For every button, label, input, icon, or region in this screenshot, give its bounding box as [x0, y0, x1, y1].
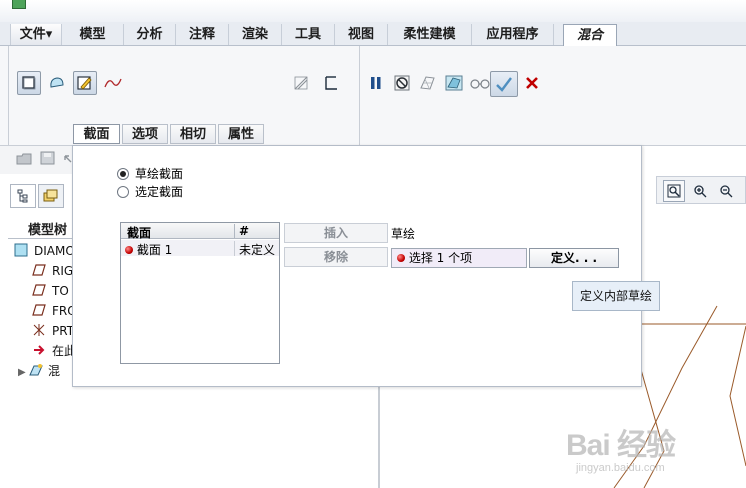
status-dot-icon — [397, 254, 405, 262]
watermark-logo: Bai 经验 jingyan.baidu.com — [566, 420, 716, 484]
tab-annotate[interactable]: 注释 — [176, 24, 229, 45]
surface-icon[interactable] — [45, 71, 69, 95]
cancel-x-icon[interactable] — [520, 71, 544, 95]
radio-unchecked-icon[interactable] — [117, 186, 129, 198]
column-header-section: 截面 — [127, 226, 152, 240]
tab-applications[interactable]: 应用程序 — [472, 24, 554, 45]
curve-icon[interactable] — [101, 71, 125, 95]
divider — [8, 238, 72, 239]
tree-item-csys[interactable]: PRT — [32, 322, 74, 340]
ribbon-dashboard: 截面 选项 相切 属性 — [0, 46, 746, 146]
layer-tree-tab[interactable] — [38, 184, 64, 208]
tab-flexible-modeling[interactable]: 柔性建模 — [388, 24, 472, 45]
sections-panel: 草绘截面 选定截面 截面 # 截面 1 未定义 插入 移除 草绘 选择 1 个项… — [72, 145, 642, 387]
tree-item-blend[interactable]: ▶ 混 — [18, 362, 60, 380]
tab-model[interactable]: 模型 — [62, 24, 124, 45]
save-icon[interactable] — [40, 151, 56, 165]
ok-check-icon[interactable] — [490, 71, 518, 97]
tree-item-insert-here[interactable]: 在此 — [32, 342, 76, 360]
edit-sketch-icon[interactable] — [73, 71, 97, 95]
tooltip: 定义内部草绘 — [572, 281, 660, 311]
table-header: 截面 # — [121, 223, 279, 240]
ribbon-group-right — [360, 46, 746, 145]
no-preview-icon[interactable] — [390, 71, 414, 95]
datum-plane-icon — [32, 283, 48, 297]
glasses-icon[interactable] — [468, 71, 492, 95]
solid-icon[interactable] — [17, 71, 41, 95]
datum-plane-icon — [32, 263, 48, 277]
part-icon — [14, 243, 30, 257]
sketch-label: 草绘 — [391, 227, 416, 241]
subtab-options[interactable]: 选项 — [122, 124, 168, 144]
quick-access-toolbar — [0, 146, 72, 174]
sections-table: 截面 # 截面 1 未定义 — [120, 222, 280, 364]
tree-item-label: PRT — [52, 324, 75, 338]
app-window: 文件▾ 模型 分析 注释 渲染 工具 视图 柔性建模 应用程序 混合 截面 选项… — [0, 0, 746, 488]
status-dot-icon — [125, 246, 133, 254]
tab-blend[interactable]: 混合 — [563, 24, 617, 47]
geometry-preview-icon[interactable] — [442, 71, 466, 95]
remove-material-icon[interactable] — [319, 71, 343, 95]
model-tree-title: 模型树 — [28, 223, 68, 238]
tree-item-label: DIAMO — [34, 244, 75, 258]
subtab-properties[interactable]: 属性 — [218, 124, 264, 144]
expand-arrow-icon[interactable]: ▶ — [18, 364, 28, 382]
title-strip — [0, 0, 746, 22]
tab-tools[interactable]: 工具 — [282, 24, 335, 45]
watermark-url: jingyan.baidu.com — [576, 462, 665, 474]
remove-button[interactable]: 移除 — [284, 247, 388, 267]
tree-item-front-plane[interactable]: FRO — [32, 302, 77, 320]
coordinate-system-icon — [32, 323, 48, 337]
datum-plane-icon — [32, 303, 48, 317]
tree-item-label: RIG — [52, 264, 74, 278]
verification-preview-icon[interactable] — [416, 71, 440, 95]
radio-selected-sections[interactable]: 选定截面 — [117, 184, 183, 200]
ribbon-group-left: 截面 选项 相切 属性 — [8, 46, 360, 145]
tab-render[interactable]: 渲染 — [229, 24, 282, 45]
undo-icon[interactable] — [62, 152, 72, 166]
pause-icon[interactable] — [364, 71, 388, 95]
radio-sketched-sections[interactable]: 草绘截面 — [117, 166, 183, 182]
section-name: 截面 1 — [136, 243, 173, 257]
tree-item-label: 混 — [48, 364, 61, 378]
insert-button[interactable]: 插入 — [284, 223, 388, 243]
thicken-icon[interactable] — [289, 71, 313, 95]
app-icon — [12, 0, 26, 9]
ribbon-tab-bar: 文件▾ 模型 分析 注释 渲染 工具 视图 柔性建模 应用程序 混合 — [0, 22, 746, 47]
define-button[interactable]: 定义. . . — [529, 248, 619, 268]
open-icon[interactable] — [16, 152, 32, 166]
blend-feature-icon — [28, 363, 44, 377]
table-row[interactable]: 截面 1 未定义 — [121, 240, 279, 257]
insert-arrow-icon — [32, 343, 48, 357]
collector-text: 选择 1 个项 — [408, 251, 473, 265]
tab-file[interactable]: 文件▾ — [10, 24, 62, 45]
subtab-sections[interactable]: 截面 — [73, 124, 120, 144]
tab-view[interactable]: 视图 — [335, 24, 388, 45]
watermark-text: Bai 经验 — [566, 429, 676, 462]
sketch-collector[interactable]: 选择 1 个项 — [391, 248, 527, 268]
column-header-number: # — [234, 224, 249, 239]
radio-label: 选定截面 — [135, 185, 184, 199]
model-tree-tab[interactable] — [10, 184, 36, 208]
radio-checked-icon[interactable] — [117, 168, 129, 180]
subtab-tangency[interactable]: 相切 — [170, 124, 216, 144]
tree-item-top-plane[interactable]: TO — [32, 282, 69, 300]
tree-item-part[interactable]: DIAMO — [14, 242, 75, 260]
radio-label: 草绘截面 — [135, 167, 184, 181]
section-status: 未定义 — [234, 241, 275, 257]
tree-item-right-plane[interactable]: RIG — [32, 262, 73, 280]
tree-item-label: TO — [52, 284, 69, 298]
tab-analysis[interactable]: 分析 — [124, 24, 176, 45]
